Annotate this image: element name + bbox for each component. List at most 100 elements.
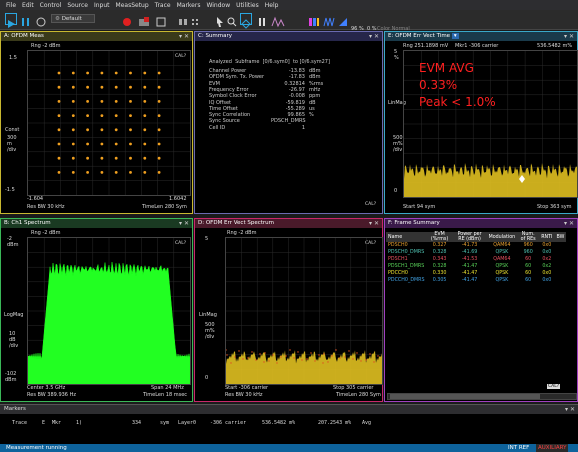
close-icon[interactable]: ▾ ✕ (564, 219, 574, 228)
menu-help[interactable]: Help (265, 2, 279, 9)
constellation-point (71, 100, 75, 103)
evm-spectrum-plot[interactable] (225, 237, 383, 385)
panel-f-title[interactable]: F: Frame Summary (385, 219, 577, 228)
scrollbar-thumb[interactable] (390, 394, 540, 399)
stop-label: Stop 305 carrier (333, 385, 374, 391)
mode-dropdown[interactable]: ⚙ Default (51, 14, 95, 23)
camera-icon (139, 17, 149, 26)
close-icon[interactable]: ▾ ✕ (369, 32, 379, 41)
constellation-point (157, 171, 161, 174)
scatter-button[interactable] (191, 13, 201, 25)
marker-button[interactable] (240, 13, 252, 29)
spectrum-plot[interactable] (27, 237, 191, 385)
evm-spectrum-trace (226, 350, 382, 384)
close-icon[interactable]: ▾ ✕ (179, 219, 189, 228)
marker-layer: Layer0 (178, 420, 197, 426)
menu-meassetup[interactable]: MeasSetup (116, 2, 149, 9)
table-row[interactable]: PDSCH0_DMRS 0.328 -41.69 QPSK 960 0x0 (386, 249, 566, 256)
menu-input[interactable]: Input (94, 2, 110, 9)
constellation-point (57, 142, 61, 146)
constellation-point (129, 128, 132, 132)
y-mode-label: LogMag (4, 312, 24, 318)
evm-spectrum-point (268, 360, 270, 362)
evm-spectrum-point (226, 354, 228, 356)
cursor-button[interactable] (215, 13, 225, 27)
table-row[interactable]: PDSCH1_DMRS 0.328 -41.47 QPSK 60 0x2 (386, 263, 566, 270)
evm-spectrum-point (276, 362, 278, 364)
constellation-point (129, 142, 132, 146)
record-button[interactable] (122, 13, 132, 26)
col-header[interactable]: EVM (%rms) (426, 232, 453, 242)
col-header[interactable]: Modulation (486, 232, 518, 242)
y-bottom-label: -1.5 (5, 187, 15, 193)
layout-button[interactable] (178, 13, 188, 25)
menu-edit[interactable]: Edit (22, 2, 34, 9)
constellation-point (129, 156, 132, 160)
peak-icon (271, 16, 285, 28)
close-icon[interactable]: ▾ ✕ (369, 219, 379, 228)
fill-button[interactable] (338, 13, 348, 26)
triangle-icon (339, 18, 347, 26)
menu-trace[interactable]: Trace (155, 2, 171, 9)
panel-b-title[interactable]: B: Ch1 Spectrum (1, 219, 192, 228)
panel-a-title[interactable]: A: OFDM Meas (1, 32, 192, 41)
evm-spectrum-point (306, 358, 308, 360)
table-row[interactable]: PDCCH0 0.330 -41.47 QPSK 60 0x0 (386, 270, 566, 277)
span-label: Span 24 MHz (151, 385, 184, 391)
res-bw-label: Res BW 389.936 Hz (27, 392, 76, 398)
evm-spectrum-point (259, 353, 261, 355)
menu-window[interactable]: Window (206, 2, 230, 9)
col-header[interactable]: Name (386, 232, 427, 242)
restart-button[interactable] (36, 13, 46, 27)
constellation-point (86, 156, 89, 160)
menu-control[interactable]: Control (40, 2, 62, 9)
col-header[interactable]: RNTI (539, 232, 555, 242)
screenshot-button[interactable] (138, 13, 150, 26)
table-cell: 0.328 (432, 264, 447, 269)
table-header-row: Name EVM (%rms) Power per RE (dBm) Modul… (386, 232, 567, 242)
persistence-button[interactable] (323, 13, 335, 27)
constellation-point (71, 156, 75, 160)
menu-utilities[interactable]: Utilities (236, 2, 259, 9)
menu-file[interactable]: File (6, 2, 16, 9)
col-header[interactable]: BW (554, 232, 567, 242)
y-bottom-label: 0 (394, 188, 398, 194)
menu-source[interactable]: Source (67, 2, 88, 9)
constellation-plot[interactable] (27, 50, 191, 196)
panel-e-title[interactable]: E: OFDM Err Vect Time ▾ (385, 32, 577, 41)
menu-markers[interactable]: Markers (177, 2, 201, 9)
constellation-point (100, 171, 104, 174)
window-button[interactable] (156, 13, 166, 27)
horizontal-scrollbar[interactable] (387, 393, 577, 400)
col-header[interactable]: Power per RE (dBm) (452, 232, 487, 242)
evm-spectrum-point (365, 359, 367, 361)
zoom-button[interactable] (227, 13, 237, 27)
constellation-point (143, 142, 147, 146)
panel-frame-summary: F: Frame Summary ▾ ✕ Name EVM (%rms) Pow… (384, 218, 578, 402)
summary-row: OFDM Sym. Tx. Power -17.83 dBm (209, 74, 321, 81)
color-button[interactable] (308, 13, 320, 26)
trace-button[interactable] (258, 13, 268, 26)
table-row[interactable]: PDSCH1 0.343 -41.53 QAM64 60 0x2 (386, 256, 566, 263)
panel-d-title[interactable]: D: OFDM Err Vect Spectrum (195, 219, 382, 228)
table-cell: PDSCH0 (388, 243, 408, 248)
pause-button[interactable] (21, 13, 31, 26)
constellation-point (157, 128, 161, 132)
col-header[interactable]: Num. of REs (517, 232, 540, 242)
table-cell: 0x0 (542, 278, 552, 283)
close-icon[interactable]: ▾ ✕ (565, 405, 575, 414)
play-button[interactable] (5, 13, 17, 28)
peak-button[interactable] (271, 13, 285, 28)
window-icon (156, 17, 166, 27)
y-scale-label: 10 dB/div (9, 331, 19, 349)
persistence-icon (323, 17, 335, 27)
summary-row: Time Offset -55.289 us (209, 105, 315, 112)
close-icon[interactable]: ▾ ✕ (564, 32, 574, 41)
close-icon[interactable]: ▾ ✕ (179, 32, 189, 41)
constellation-point (129, 171, 132, 174)
table-row[interactable]: PDSCH0 0.327 -41.73 QAM64 960 0x0 (386, 242, 566, 249)
panel-c-title[interactable]: C: Summary (195, 32, 382, 41)
table-row[interactable]: PDCCH0_DMRS 0.305 -41.47 QPSK 60 0x0 (386, 277, 566, 284)
evm-spectrum-point (356, 352, 358, 354)
frame-summary-table[interactable]: Name EVM (%rms) Power per RE (dBm) Modul… (386, 232, 567, 284)
